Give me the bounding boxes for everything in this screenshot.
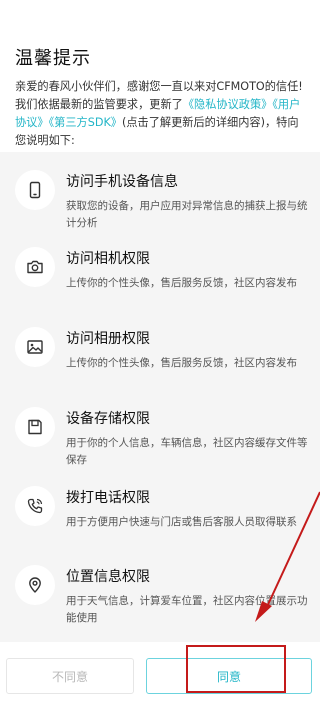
call-icon (15, 486, 55, 526)
permission-desc: 用于你的个人信息，车辆信息，社区内容缓存文件等保存 (66, 437, 308, 466)
page-title: 温馨提示 (15, 48, 91, 69)
storage-icon (15, 407, 55, 447)
permission-desc: 用于方便用户快速与门店或售后客服人员取得联系 (66, 516, 297, 528)
third-party-sdk-link[interactable]: 《第三方SDK》 (49, 116, 122, 129)
intro-text: 亲爱的春风小伙伴们，感谢您一直以来对CFMOTO的信任! 我们依据最新的监管要求… (15, 78, 307, 150)
decline-button[interactable]: 不同意 (6, 658, 134, 694)
permission-title: 访问手机设备信息 (66, 174, 178, 190)
permission-desc: 获取您的设备，用户应用对异常信息的捕获上报与统计分析 (66, 200, 308, 229)
permission-title: 访问相机权限 (66, 251, 150, 267)
privacy-policy-link[interactable]: 《隐私协议政策》 (183, 98, 273, 111)
permission-title: 设备存储权限 (66, 411, 150, 427)
permission-desc: 上传你的个性头像，售后服务反馈，社区内容发布 (66, 357, 297, 369)
location-icon (15, 565, 55, 605)
agree-button[interactable]: 同意 (146, 658, 312, 694)
permission-desc: 上传你的个性头像，售后服务反馈，社区内容发布 (66, 277, 297, 289)
permission-title: 位置信息权限 (66, 569, 150, 585)
permission-list[interactable]: 访问手机设备信息 获取您的设备，用户应用对异常信息的捕获上报与统计分析 访问相机… (0, 152, 320, 642)
camera-icon (15, 247, 55, 287)
permission-desc: 用于天气信息，计算爱车位置，社区内容位置展示功能使用 (66, 595, 308, 624)
dialog-footer: 不同意 同意 (0, 642, 320, 711)
image-icon (15, 327, 55, 367)
permission-title: 拨打电话权限 (66, 490, 150, 506)
permission-title: 访问相册权限 (66, 331, 150, 347)
phone-icon (15, 170, 55, 210)
